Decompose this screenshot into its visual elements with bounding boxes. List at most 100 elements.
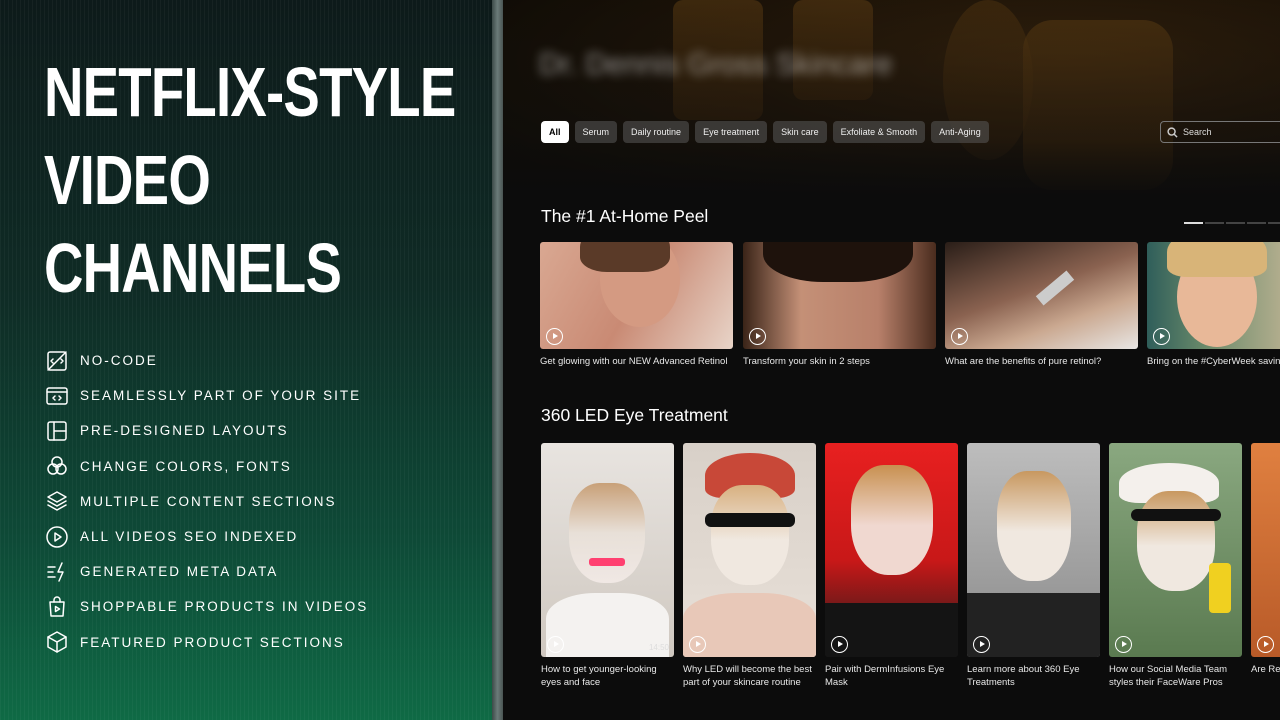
hero-overlay bbox=[503, 0, 1280, 200]
feature-item: PRE-DESIGNED LAYOUTS bbox=[44, 413, 368, 448]
video-thumbnail[interactable]: 14:50 bbox=[541, 443, 674, 657]
razor-image bbox=[1035, 270, 1075, 306]
video-card[interactable]: Learn more about 360 Eye Treatments bbox=[967, 443, 1100, 689]
video-caption: What are the benefits of pure retinol? bbox=[945, 356, 1102, 367]
carousel-dot[interactable] bbox=[1268, 222, 1280, 224]
video-caption: Transform your skin in 2 steps bbox=[743, 356, 870, 367]
color-circles-icon bbox=[44, 453, 70, 479]
play-icon[interactable] bbox=[973, 636, 990, 653]
search-input[interactable]: Search bbox=[1160, 121, 1280, 143]
video-caption: How to get younger-looking eyes and face bbox=[541, 664, 657, 688]
video-thumbnail[interactable] bbox=[967, 443, 1100, 657]
feature-item: SEAMLESSLY PART OF YOUR SITE bbox=[44, 378, 368, 413]
filter-chip-eye-treatment[interactable]: Eye treatment bbox=[695, 121, 768, 143]
led-mask-image bbox=[1137, 491, 1215, 591]
hair-image bbox=[580, 242, 670, 272]
filter-chips: All Serum Daily routine Eye treatment Sk… bbox=[541, 121, 989, 143]
play-icon[interactable] bbox=[951, 328, 968, 345]
layers-icon bbox=[44, 488, 70, 514]
video-caption: How our Social Media Team styles their F… bbox=[1109, 664, 1228, 688]
filter-chip-exfoliate-smooth[interactable]: Exfoliate & Smooth bbox=[832, 121, 926, 143]
headline-line-2: VIDEO bbox=[44, 141, 211, 219]
video-duration: 14:50 bbox=[648, 643, 669, 652]
feature-label: SHOPPABLE PRODUCTS IN VIDEOS bbox=[80, 599, 369, 615]
search-placeholder: Search bbox=[1183, 127, 1212, 137]
section-title: The #1 At-Home Peel bbox=[541, 206, 709, 226]
video-caption: Why LED will become the best part of you… bbox=[683, 664, 812, 688]
filter-chip-anti-aging[interactable]: Anti-Aging bbox=[931, 121, 989, 143]
brand-title: Dr. Dennis Gross Skincare bbox=[539, 48, 893, 81]
feature-label: GENERATED META DATA bbox=[80, 564, 279, 580]
video-thumbnail[interactable] bbox=[1147, 242, 1280, 349]
headline-line-3: CHANNELS bbox=[44, 229, 342, 307]
feature-item: MULTIPLE CONTENT SECTIONS bbox=[44, 484, 368, 519]
video-card[interactable]: Are Re Therap bbox=[1251, 443, 1280, 676]
feature-item: FEATURED PRODUCT SECTIONS bbox=[44, 625, 368, 660]
play-icon[interactable] bbox=[749, 328, 766, 345]
promo-panel: NETFLIX-STYLE VIDEO CHANNELS NO-CODE SEA… bbox=[0, 0, 492, 720]
led-mask-image bbox=[851, 465, 933, 575]
video-thumbnail[interactable] bbox=[540, 242, 733, 349]
led-mask-image bbox=[569, 483, 645, 583]
section-title: 360 LED Eye Treatment bbox=[541, 405, 728, 425]
carousel-dot[interactable] bbox=[1184, 222, 1203, 224]
play-icon[interactable] bbox=[1115, 636, 1132, 653]
led-mask-image bbox=[997, 471, 1071, 581]
feature-label: FEATURED PRODUCT SECTIONS bbox=[80, 634, 345, 650]
led-mask-image bbox=[711, 485, 789, 585]
filter-chip-serum[interactable]: Serum bbox=[574, 121, 618, 143]
feature-list: NO-CODE SEAMLESSLY PART OF YOUR SITE PRE… bbox=[44, 343, 368, 660]
filter-chip-all[interactable]: All bbox=[541, 121, 569, 143]
play-icon[interactable] bbox=[1153, 328, 1170, 345]
video-thumbnail[interactable] bbox=[1251, 443, 1280, 657]
video-caption: Bring on the #CyberWeek savin bbox=[1147, 356, 1280, 367]
video-card[interactable]: 14:50 How to get younger-looking eyes an… bbox=[541, 443, 674, 689]
video-card[interactable]: Get glowing with our NEW Advanced Retino… bbox=[540, 242, 733, 368]
feature-label: SEAMLESSLY PART OF YOUR SITE bbox=[80, 388, 362, 404]
play-icon[interactable] bbox=[547, 636, 564, 653]
box-icon bbox=[44, 629, 70, 655]
video-card[interactable]: Transform your skin in 2 steps bbox=[743, 242, 936, 368]
video-thumbnail[interactable] bbox=[743, 242, 936, 349]
video-card[interactable]: What are the benefits of pure retinol? bbox=[945, 242, 1138, 368]
video-thumbnail[interactable] bbox=[945, 242, 1138, 349]
video-caption: Get glowing with our NEW Advanced Retino… bbox=[540, 356, 728, 367]
feature-item: GENERATED META DATA bbox=[44, 554, 368, 589]
carousel-dot[interactable] bbox=[1205, 222, 1224, 224]
play-icon[interactable] bbox=[1257, 636, 1274, 653]
search-icon bbox=[1167, 126, 1178, 138]
feature-label: NO-CODE bbox=[80, 353, 158, 369]
feature-item: SHOPPABLE PRODUCTS IN VIDEOS bbox=[44, 589, 368, 624]
shopping-bag-play-icon bbox=[44, 594, 70, 620]
headline-line-1: NETFLIX-STYLE bbox=[44, 53, 456, 131]
no-code-icon bbox=[44, 348, 70, 374]
carousel-indicator[interactable] bbox=[1184, 222, 1280, 224]
panel-divider bbox=[492, 0, 503, 720]
play-icon[interactable] bbox=[546, 328, 563, 345]
carousel-dot[interactable] bbox=[1247, 222, 1266, 224]
embed-icon bbox=[44, 383, 70, 409]
product-tube-image bbox=[1209, 563, 1231, 613]
feature-label: PRE-DESIGNED LAYOUTS bbox=[80, 423, 289, 439]
play-icon[interactable] bbox=[831, 636, 848, 653]
video-caption: Are Re Therap bbox=[1251, 664, 1280, 675]
sunglasses-image bbox=[705, 513, 795, 527]
video-thumbnail[interactable] bbox=[1109, 443, 1242, 657]
filter-chip-daily-routine[interactable]: Daily routine bbox=[623, 121, 690, 143]
video-thumbnail[interactable] bbox=[683, 443, 816, 657]
video-card[interactable]: Why LED will become the best part of you… bbox=[683, 443, 816, 689]
video-card[interactable]: Pair with DermInfusions Eye Mask bbox=[825, 443, 958, 689]
feature-label: ALL VIDEOS SEO INDEXED bbox=[80, 529, 299, 545]
feature-item: NO-CODE bbox=[44, 343, 368, 378]
layout-icon bbox=[44, 418, 70, 444]
play-circle-icon bbox=[44, 524, 70, 550]
video-thumbnail[interactable] bbox=[825, 443, 958, 657]
video-caption: Learn more about 360 Eye Treatments bbox=[967, 664, 1080, 688]
video-card[interactable]: How our Social Media Team styles their F… bbox=[1109, 443, 1242, 689]
lightning-lines-icon bbox=[44, 559, 70, 585]
headline: NETFLIX-STYLE VIDEO CHANNELS bbox=[44, 48, 456, 312]
play-icon[interactable] bbox=[689, 636, 706, 653]
filter-chip-skin-care[interactable]: Skin care bbox=[773, 121, 827, 143]
carousel-dot[interactable] bbox=[1226, 222, 1245, 224]
video-card[interactable]: Bring on the #CyberWeek savin bbox=[1147, 242, 1280, 368]
